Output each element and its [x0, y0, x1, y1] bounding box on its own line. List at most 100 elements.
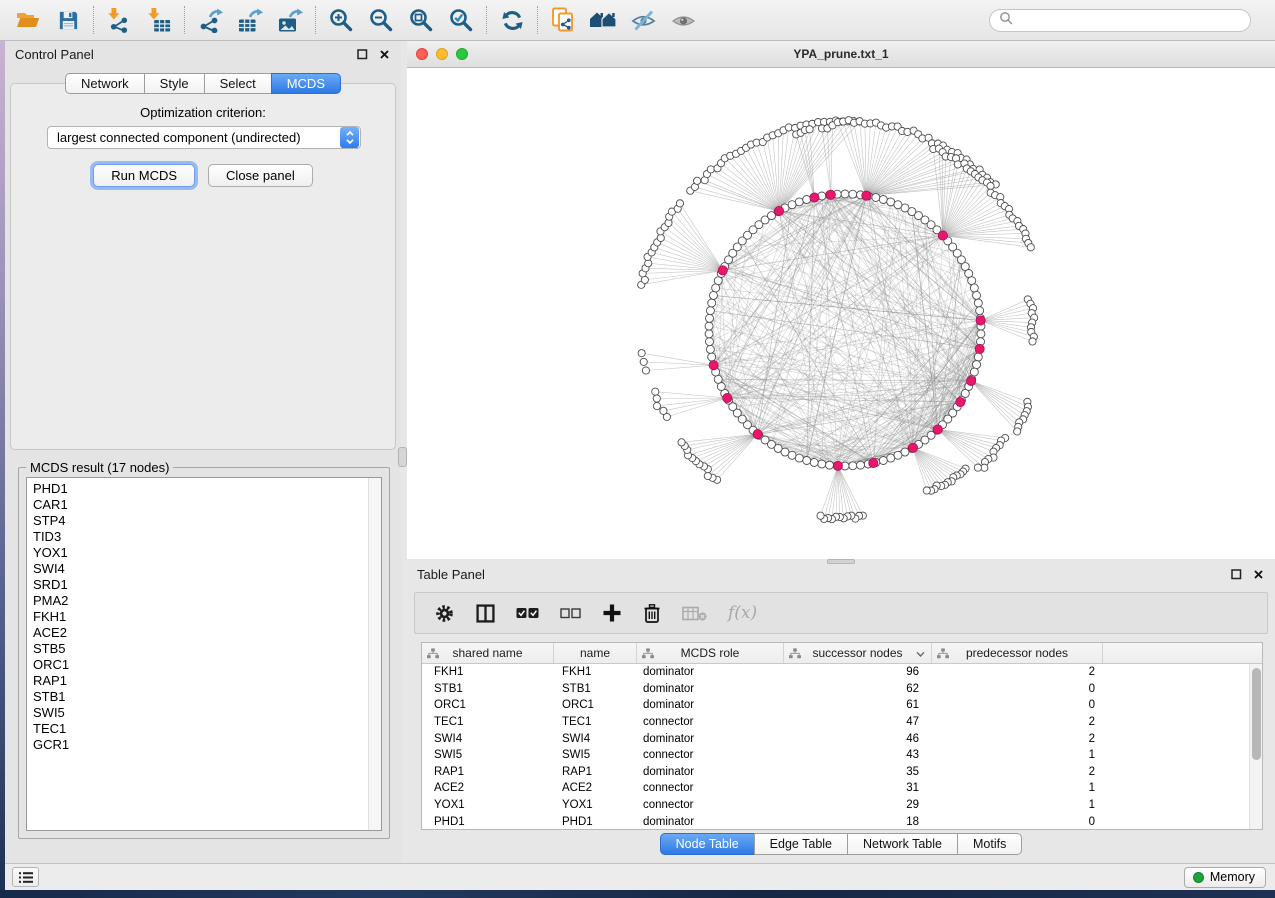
list-icon	[18, 871, 34, 884]
mcds-result-item[interactable]: STP4	[27, 513, 367, 529]
tab-style[interactable]: Style	[144, 73, 205, 94]
search-input[interactable]	[1019, 13, 1241, 27]
tab-network[interactable]: Network	[65, 73, 145, 94]
export-table-icon[interactable]	[230, 3, 270, 37]
criterion-dropdown-value: largest connected component (undirected)	[57, 130, 301, 145]
table-cell: connector	[637, 782, 784, 794]
table-row[interactable]: RAP1RAP1dominator352	[422, 764, 1249, 781]
close-panel-icon[interactable]	[1252, 568, 1265, 581]
column-header-successor-nodes[interactable]: successor nodes	[784, 643, 932, 663]
header-filler	[1103, 643, 1262, 663]
tab-mcds[interactable]: MCDS	[271, 73, 341, 94]
vertical-splitter-handle[interactable]	[398, 447, 407, 467]
table-row[interactable]: TEC1TEC1connector472	[422, 714, 1249, 731]
table-cell: dominator	[637, 699, 784, 711]
mcds-result-item[interactable]: CAR1	[27, 497, 367, 513]
mcds-result-item[interactable]: PMA2	[27, 593, 367, 609]
mcds-result-item[interactable]: ORC1	[27, 657, 367, 673]
mcds-result-item[interactable]: RAP1	[27, 673, 367, 689]
mcds-result-item[interactable]: STB1	[27, 689, 367, 705]
delete-columns-icon[interactable]	[643, 603, 661, 624]
mcds-result-item[interactable]: TID3	[27, 529, 367, 545]
network-canvas[interactable]	[407, 68, 1275, 559]
table-row[interactable]: FKH1FKH1dominator962	[422, 664, 1249, 681]
mcds-result-item[interactable]: SRD1	[27, 577, 367, 593]
export-image-icon[interactable]	[270, 3, 310, 37]
scrollbar-thumb[interactable]	[1252, 668, 1261, 760]
zoom-fit-icon[interactable]	[401, 3, 441, 37]
table-options-gear-icon[interactable]	[434, 603, 455, 624]
select-all-rows-icon[interactable]	[516, 606, 539, 620]
memory-button[interactable]: Memory	[1184, 867, 1266, 888]
zoom-selected-icon[interactable]	[441, 3, 481, 37]
open-file-icon[interactable]	[8, 3, 48, 37]
tab-motifs[interactable]: Motifs	[957, 833, 1022, 855]
float-panel-icon[interactable]	[356, 48, 369, 61]
table-row[interactable]: ACE2ACE2connector311	[422, 780, 1249, 797]
table-cell: 46	[784, 733, 932, 745]
zoom-in-icon[interactable]	[321, 3, 361, 37]
criterion-dropdown[interactable]: largest connected component (undirected)	[47, 126, 361, 149]
table-cell: 31	[784, 782, 932, 794]
clone-network-icon[interactable]	[543, 3, 583, 37]
table-cell: ACE2	[422, 782, 554, 794]
column-header-shared-name[interactable]: shared name	[422, 643, 554, 663]
column-header-predecessor-nodes[interactable]: predecessor nodes	[932, 643, 1103, 663]
run-mcds-button[interactable]: Run MCDS	[93, 164, 195, 187]
zoom-out-icon[interactable]	[361, 3, 401, 37]
table-row[interactable]: ORC1ORC1dominator610	[422, 697, 1249, 714]
table-row[interactable]: PHD1PHD1dominator180	[422, 813, 1249, 830]
table-row[interactable]: STB1STB1dominator620	[422, 681, 1249, 698]
tab-node-table[interactable]: Node Table	[660, 833, 755, 855]
network-graph[interactable]	[407, 68, 1275, 559]
tab-edge-table[interactable]: Edge Table	[754, 833, 848, 855]
mcds-result-item[interactable]: ACE2	[27, 625, 367, 641]
column-header-MCDS-role[interactable]: MCDS role	[637, 643, 784, 663]
import-table-icon[interactable]	[139, 3, 179, 37]
add-column-icon[interactable]	[602, 603, 622, 623]
tab-select[interactable]: Select	[204, 73, 272, 94]
table-cell: RAP1	[554, 766, 637, 778]
show-all-eye-icon[interactable]	[663, 3, 703, 37]
mcds-result-item[interactable]: SWI5	[27, 705, 367, 721]
table-cell: PHD1	[422, 816, 554, 828]
hide-selected-eye-icon[interactable]	[623, 3, 663, 37]
first-neighbors-icon[interactable]	[583, 3, 623, 37]
mcds-result-item[interactable]: SWI4	[27, 561, 367, 577]
refresh-layout-icon[interactable]	[492, 3, 532, 37]
save-session-icon[interactable]	[48, 3, 88, 37]
toolbar-separator	[184, 6, 185, 34]
show-columns-icon[interactable]	[476, 604, 495, 623]
table-row[interactable]: YOX1YOX1connector291	[422, 797, 1249, 814]
close-panel-button[interactable]: Close panel	[208, 164, 313, 187]
search-box[interactable]	[989, 9, 1251, 32]
mcds-result-item[interactable]: TEC1	[27, 721, 367, 737]
mcds-result-group: MCDS result (17 nodes) PHD1CAR1STP4TID3Y…	[18, 467, 390, 839]
mcds-result-item[interactable]: GCR1	[27, 737, 367, 753]
table-row[interactable]: SWI5SWI5connector431	[422, 747, 1249, 764]
table-cell: ORC1	[422, 699, 554, 711]
table-cell: 0	[932, 683, 1103, 695]
task-history-button[interactable]	[12, 867, 39, 887]
export-network-icon[interactable]	[190, 3, 230, 37]
mcds-result-list[interactable]: PHD1CAR1STP4TID3YOX1SWI4SRD1PMA2FKH1ACE2…	[26, 477, 382, 831]
mcds-result-item[interactable]: FKH1	[27, 609, 367, 625]
table-cell: 96	[784, 666, 932, 678]
toolbar-separator	[93, 6, 94, 34]
mcds-list-scrollbar[interactable]	[368, 478, 381, 830]
import-network-icon[interactable]	[99, 3, 139, 37]
mcds-result-item[interactable]: PHD1	[27, 481, 367, 497]
float-panel-icon[interactable]	[1230, 568, 1243, 581]
close-panel-icon[interactable]	[378, 48, 391, 61]
mcds-result-item[interactable]: YOX1	[27, 545, 367, 561]
table-cell: RAP1	[422, 766, 554, 778]
tab-network-table[interactable]: Network Table	[847, 833, 958, 855]
node-table-scrollbar[interactable]	[1249, 664, 1262, 829]
network-window-titlebar[interactable]: YPA_prune.txt_1	[407, 41, 1275, 68]
deselect-all-rows-icon[interactable]	[560, 607, 581, 620]
mcds-result-item[interactable]: STB5	[27, 641, 367, 657]
table-row[interactable]: SWI4SWI4dominator462	[422, 730, 1249, 747]
column-header-name[interactable]: name	[554, 643, 637, 663]
memory-button-label: Memory	[1210, 870, 1255, 884]
table-cell: TEC1	[554, 716, 637, 728]
